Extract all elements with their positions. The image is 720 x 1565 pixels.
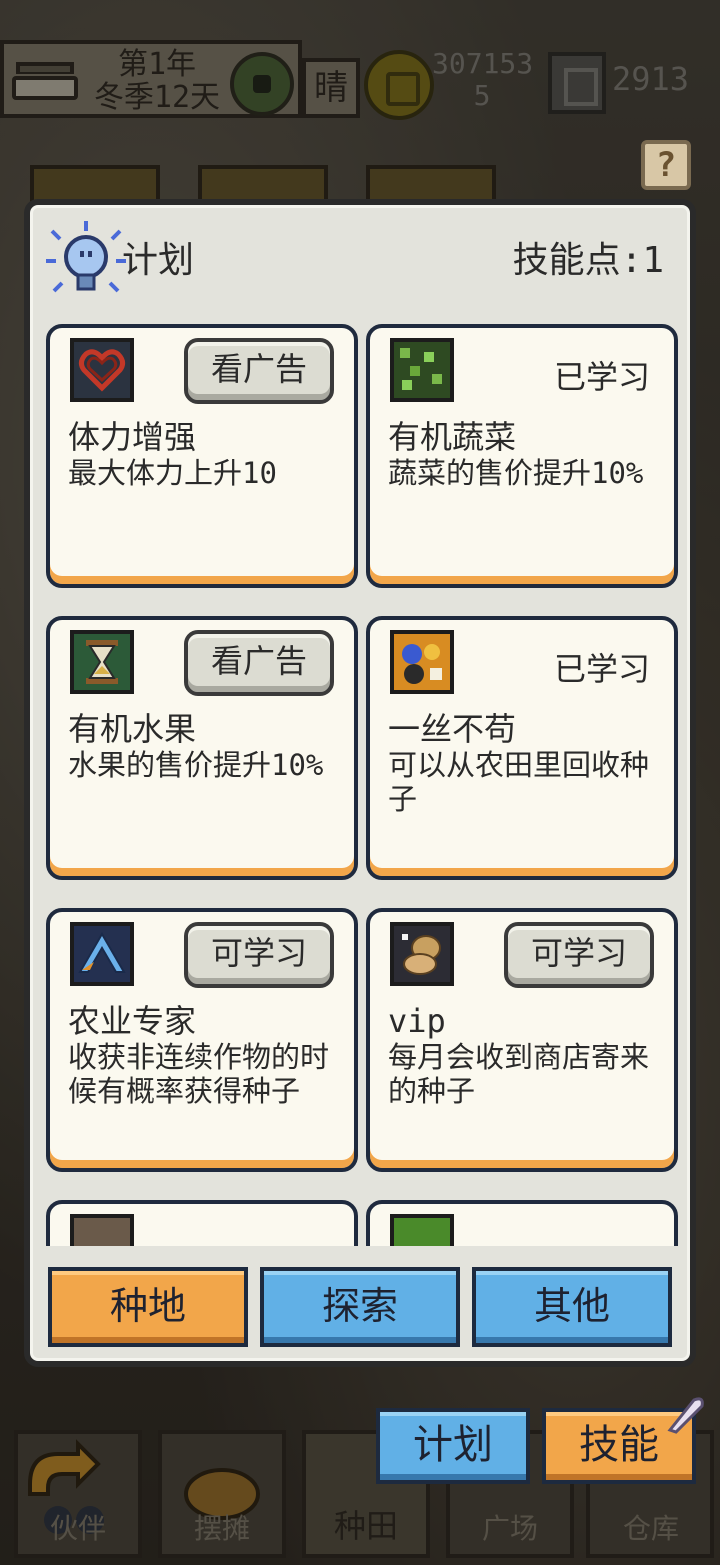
vegetable-icon (390, 338, 454, 402)
skill-name: 体力增强 (68, 418, 197, 456)
skill-name: 一丝不苟 (388, 710, 517, 748)
skill-description: 收获非连续作物的时候有概率获得种子 (68, 1040, 330, 1108)
hourglass-icon (70, 630, 134, 694)
quill-icon (667, 1397, 704, 1434)
learn-button[interactable]: 可学习 (184, 922, 334, 988)
skill-icon (390, 1214, 454, 1246)
watch-ad-button[interactable]: 看广告 (184, 338, 334, 404)
learn-button[interactable]: 可学习 (504, 922, 654, 988)
plan-button[interactable]: 计划 (376, 1408, 530, 1484)
skill-points: 技能点:1 (512, 240, 664, 281)
skill-card[interactable]: 可学习 vip 每月会收到商店寄来的种子 (366, 908, 678, 1172)
skill-description: 水果的售价提升10% (68, 748, 324, 782)
category-tabs: 种地 探索 其他 (48, 1267, 672, 1351)
skill-card[interactable] (366, 1200, 678, 1246)
tab-farming[interactable]: 种地 (48, 1267, 248, 1347)
seed-bag-icon (390, 922, 454, 986)
skill-card[interactable]: 可学习 农业专家 收获非连续作物的时候有概率获得种子 (46, 908, 358, 1172)
skill-name: 有机蔬菜 (388, 418, 517, 456)
hourglass-icon-graphic (86, 640, 118, 684)
help-button[interactable]: ? (641, 140, 691, 190)
skill-description: 最大体力上升10 (68, 456, 277, 490)
skill-card[interactable]: 看广告 体力增强 最大体力上升10 (46, 324, 358, 588)
leaves-icon-graphic (400, 348, 442, 390)
skill-name: 农业专家 (68, 1002, 197, 1040)
lightbulb-icon (46, 221, 126, 293)
skill-name: vip (388, 1002, 446, 1040)
panel-title: 计划 (122, 240, 195, 281)
seeds-icon (390, 630, 454, 694)
heart-icon-graphic (78, 349, 126, 392)
skill-card[interactable] (46, 1200, 358, 1246)
skill-description: 蔬菜的售价提升10% (388, 456, 644, 490)
skill-name: 有机水果 (68, 710, 197, 748)
pickaxe-icon (70, 922, 134, 986)
learned-status: 已学习 (553, 650, 650, 688)
seed-bag-icon-graphic (402, 934, 441, 975)
skill-card-list[interactable]: 看广告 体力增强 最大体力上升10 已学习 有机蔬菜 蔬菜的售价提升10% 看广… (42, 320, 678, 1246)
skill-card[interactable]: 已学习 一丝不苟 可以从农田里回收种子 (366, 616, 678, 880)
tab-explore[interactable]: 探索 (260, 1267, 460, 1347)
heart-icon (70, 338, 134, 402)
skill-description: 可以从农田里回收种子 (388, 748, 650, 816)
skill-panel: 计划 技能点:1 看广告 体力增强 最大体力上升10 已学习 有机蔬菜 蔬菜的售… (24, 199, 696, 1367)
pickaxe-icon-graphic (78, 932, 126, 973)
panel-header: 计划 技能点:1 (30, 205, 690, 315)
skill-description: 每月会收到商店寄来的种子 (388, 1040, 650, 1108)
learned-status: 已学习 (553, 358, 650, 396)
skill-card[interactable]: 已学习 有机蔬菜 蔬菜的售价提升10% (366, 324, 678, 588)
skill-card[interactable]: 看广告 有机水果 水果的售价提升10% (46, 616, 358, 880)
watch-ad-button[interactable]: 看广告 (184, 630, 334, 696)
skill-icon (70, 1214, 134, 1246)
tab-other[interactable]: 其他 (472, 1267, 672, 1347)
seeds-icon-graphic (402, 644, 442, 684)
